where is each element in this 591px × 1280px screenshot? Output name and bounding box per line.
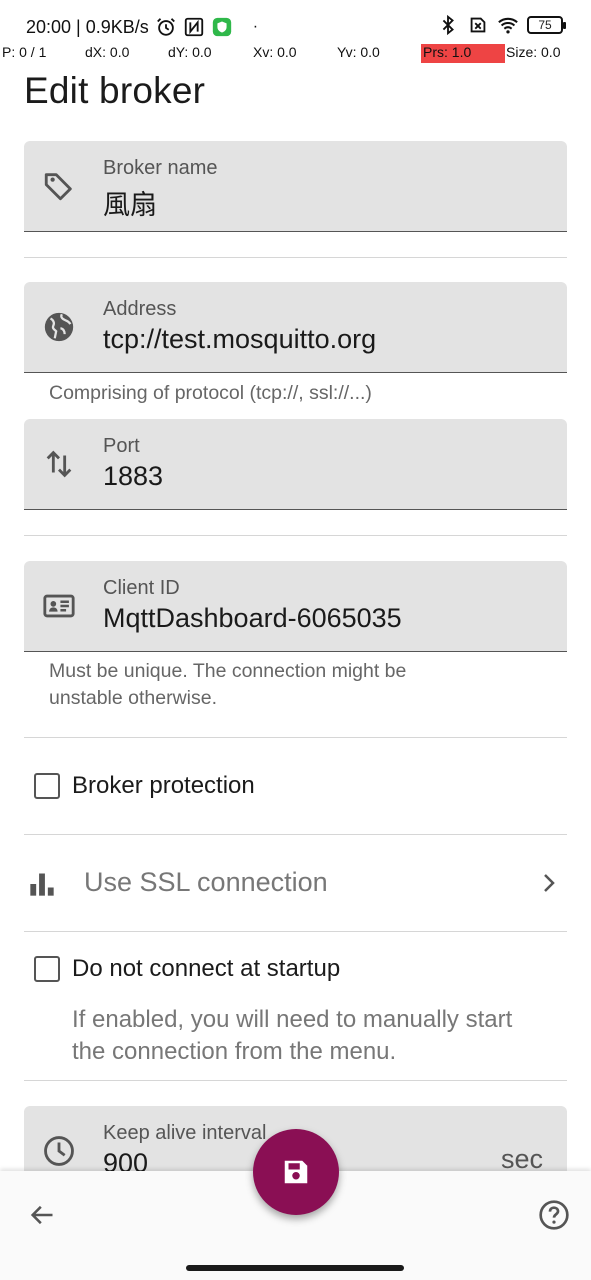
wifi-icon bbox=[498, 17, 518, 34]
vpn-shield-icon bbox=[212, 17, 231, 37]
alarm-icon bbox=[156, 18, 175, 36]
no-connect-helper-text: If enabled, you will need to manually st… bbox=[72, 1004, 512, 1068]
client-id-value[interactable]: MqttDashboard-6065035 bbox=[103, 603, 402, 634]
broker-name-field[interactable]: Broker name 風扇 bbox=[24, 141, 567, 232]
no-connect-startup-checkbox[interactable] bbox=[34, 956, 60, 982]
client-id-field[interactable]: Client ID MqttDashboard-6065035 bbox=[24, 561, 567, 652]
debug-dy: dY: 0.0 bbox=[168, 44, 212, 60]
address-helper-text: Comprising of protocol (tcp://, ssl://..… bbox=[49, 382, 372, 404]
debug-prs: Prs: 1.0 bbox=[421, 44, 505, 63]
status-bar: 20:00 | 0.9KB/s · 75 bbox=[0, 0, 591, 40]
no-connect-startup-label: Do not connect at startup bbox=[72, 955, 341, 982]
help-icon[interactable] bbox=[538, 1199, 570, 1231]
save-icon bbox=[284, 1160, 308, 1184]
client-id-label: Client ID bbox=[103, 577, 180, 599]
client-id-helper-line2: unstable otherwise. bbox=[49, 687, 218, 709]
broker-protection-label: Broker protection bbox=[72, 772, 255, 799]
id-card-icon bbox=[43, 594, 75, 618]
debug-dx: dX: 0.0 bbox=[85, 44, 130, 60]
pointer-debug-bar: P: 0 / 1 dX: 0.0 dY: 0.0 Xv: 0.0 Yv: 0.0… bbox=[0, 44, 591, 64]
globe-icon bbox=[44, 312, 74, 342]
debug-yv: Yv: 0.0 bbox=[337, 44, 380, 60]
broker-protection-row[interactable]: Broker protection bbox=[34, 772, 255, 800]
page-title: Edit broker bbox=[24, 70, 206, 111]
tag-icon bbox=[44, 173, 72, 201]
no-connect-helper-line2: the connection from the menu. bbox=[72, 1038, 397, 1065]
back-arrow-icon[interactable] bbox=[28, 1201, 56, 1229]
divider bbox=[24, 257, 567, 258]
divider bbox=[24, 535, 567, 536]
use-ssl-label: Use SSL connection bbox=[84, 867, 328, 897]
divider bbox=[24, 737, 567, 738]
port-label: Port bbox=[103, 435, 140, 457]
address-label: Address bbox=[103, 298, 177, 320]
client-id-helper-line1: Must be unique. The connection might be bbox=[49, 660, 407, 682]
broker-protection-checkbox[interactable] bbox=[34, 773, 60, 799]
address-field[interactable]: Address tcp://test.mosquitto.org bbox=[24, 282, 567, 373]
divider bbox=[24, 1080, 567, 1081]
divider bbox=[24, 931, 567, 932]
use-ssl-connection-row[interactable]: Use SSL connection bbox=[24, 835, 567, 931]
client-id-helper-text: Must be unique. The connection might be … bbox=[49, 658, 406, 712]
nfc-icon bbox=[184, 17, 203, 37]
clock-icon bbox=[44, 1136, 74, 1166]
home-indicator[interactable] bbox=[186, 1265, 404, 1271]
no-connect-helper-line1: If enabled, you will need to manually st… bbox=[72, 1006, 513, 1033]
status-time-speed: 20:00 | 0.9KB/s bbox=[26, 16, 149, 37]
battery-icon: 75 bbox=[527, 16, 566, 34]
status-dot: · bbox=[252, 18, 259, 35]
no-connect-startup-row[interactable]: Do not connect at startup bbox=[34, 955, 340, 983]
no-sim-icon bbox=[470, 17, 486, 33]
swap-vertical-icon bbox=[46, 450, 72, 478]
status-right: 75 bbox=[437, 14, 566, 36]
keep-alive-label: Keep alive interval bbox=[103, 1122, 267, 1144]
address-value[interactable]: tcp://test.mosquitto.org bbox=[103, 324, 376, 355]
status-left: 20:00 | 0.9KB/s · bbox=[26, 16, 258, 38]
broker-name-label: Broker name bbox=[103, 157, 218, 179]
broker-name-value[interactable]: 風扇 bbox=[103, 183, 157, 222]
save-button[interactable] bbox=[253, 1129, 339, 1215]
debug-p: P: 0 / 1 bbox=[2, 44, 47, 60]
debug-xv: Xv: 0.0 bbox=[253, 44, 297, 60]
debug-size: Size: 0.0 bbox=[506, 44, 561, 60]
port-field[interactable]: Port 1883 bbox=[24, 419, 567, 510]
bar-chart-icon bbox=[30, 873, 54, 896]
bluetooth-icon bbox=[442, 14, 454, 36]
chevron-right-icon bbox=[544, 874, 555, 892]
port-value[interactable]: 1883 bbox=[103, 461, 163, 492]
